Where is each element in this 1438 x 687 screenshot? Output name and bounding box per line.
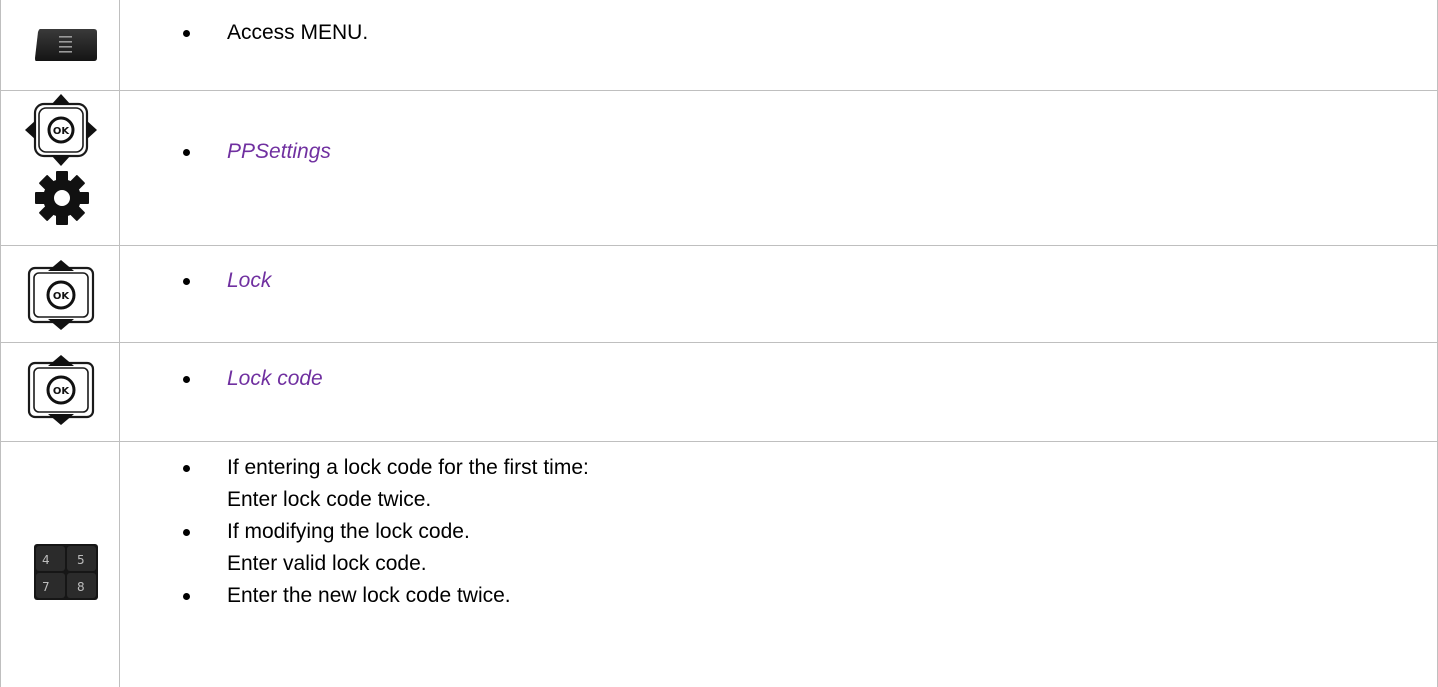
svg-text:4: 4 xyxy=(42,553,50,567)
keypad-icon: 4 5 7 8 xyxy=(34,544,98,600)
step-row-lock-code: OK Lock code xyxy=(0,343,1438,441)
step-text-cell: If entering a lock code for the first ti… xyxy=(120,442,1437,687)
menu-item-name: PPSettings xyxy=(227,140,331,163)
step-bullet-list: If entering a lock code for the first ti… xyxy=(120,452,1437,612)
list-item: PPSettings xyxy=(120,136,1437,168)
step-row-access-menu: Access MENU. xyxy=(0,0,1438,90)
list-item: If entering a lock code for the first ti… xyxy=(120,452,1437,516)
step-text-cell: Lock xyxy=(120,246,1437,342)
list-item: If modifying the lock code. Enter valid … xyxy=(120,516,1437,580)
step-bullet-list: Lock code xyxy=(120,363,1437,395)
svg-text:7: 7 xyxy=(42,580,50,594)
list-item: Enter the new lock code twice. xyxy=(120,580,1437,612)
instruction-text: If modifying the lock code. xyxy=(227,520,470,543)
step-row-lock: OK Lock xyxy=(0,246,1438,342)
menu-item-name: Lock xyxy=(227,269,272,292)
step-text-cell: Access MENU. xyxy=(120,0,1437,90)
step-text-cell: Lock code xyxy=(120,343,1437,441)
step-bullet-list: Lock xyxy=(120,265,1437,297)
instruction-text: If entering a lock code for the first ti… xyxy=(227,456,589,479)
step-bullet-list: PPSettings xyxy=(120,136,1437,168)
list-item: Lock xyxy=(120,265,1437,297)
up-down-navigator-icon: OK xyxy=(27,259,95,331)
step-icon-cell: OK xyxy=(1,343,119,441)
instruction-text: Access MENU. xyxy=(227,21,369,44)
svg-text:OK: OK xyxy=(53,386,71,397)
svg-text:OK: OK xyxy=(53,291,71,302)
menu-key-icon xyxy=(34,28,98,62)
up-down-navigator-icon: OK xyxy=(27,354,95,426)
step-row-enter-code: 4 5 7 8 If entering a lock code for the … xyxy=(0,442,1438,687)
step-row-ppsettings: OK PPSettings xyxy=(0,91,1438,245)
svg-text:OK: OK xyxy=(53,126,71,137)
step-text-cell: PPSettings xyxy=(120,91,1437,245)
step-icon-cell: 4 5 7 8 xyxy=(1,442,119,687)
svg-text:5: 5 xyxy=(77,553,85,567)
instruction-subtext: Enter valid lock code. xyxy=(227,552,427,575)
list-item: Access MENU. xyxy=(120,17,1437,49)
gear-icon xyxy=(35,171,89,225)
instruction-subtext: Enter lock code twice. xyxy=(227,488,432,511)
four-way-navigator-icon: OK xyxy=(23,93,99,167)
step-bullet-list: Access MENU. xyxy=(120,17,1437,49)
instruction-text: Enter the new lock code twice. xyxy=(227,584,511,607)
list-item: Lock code xyxy=(120,363,1437,395)
step-icon-cell xyxy=(1,0,119,90)
svg-text:8: 8 xyxy=(77,580,85,594)
step-icon-cell: OK xyxy=(1,246,119,342)
menu-item-name: Lock code xyxy=(227,367,323,390)
procedure-steps-table: Access MENU. OK PPSettings OK Lock OK Lo… xyxy=(0,0,1438,687)
step-icon-cell: OK xyxy=(1,91,119,245)
